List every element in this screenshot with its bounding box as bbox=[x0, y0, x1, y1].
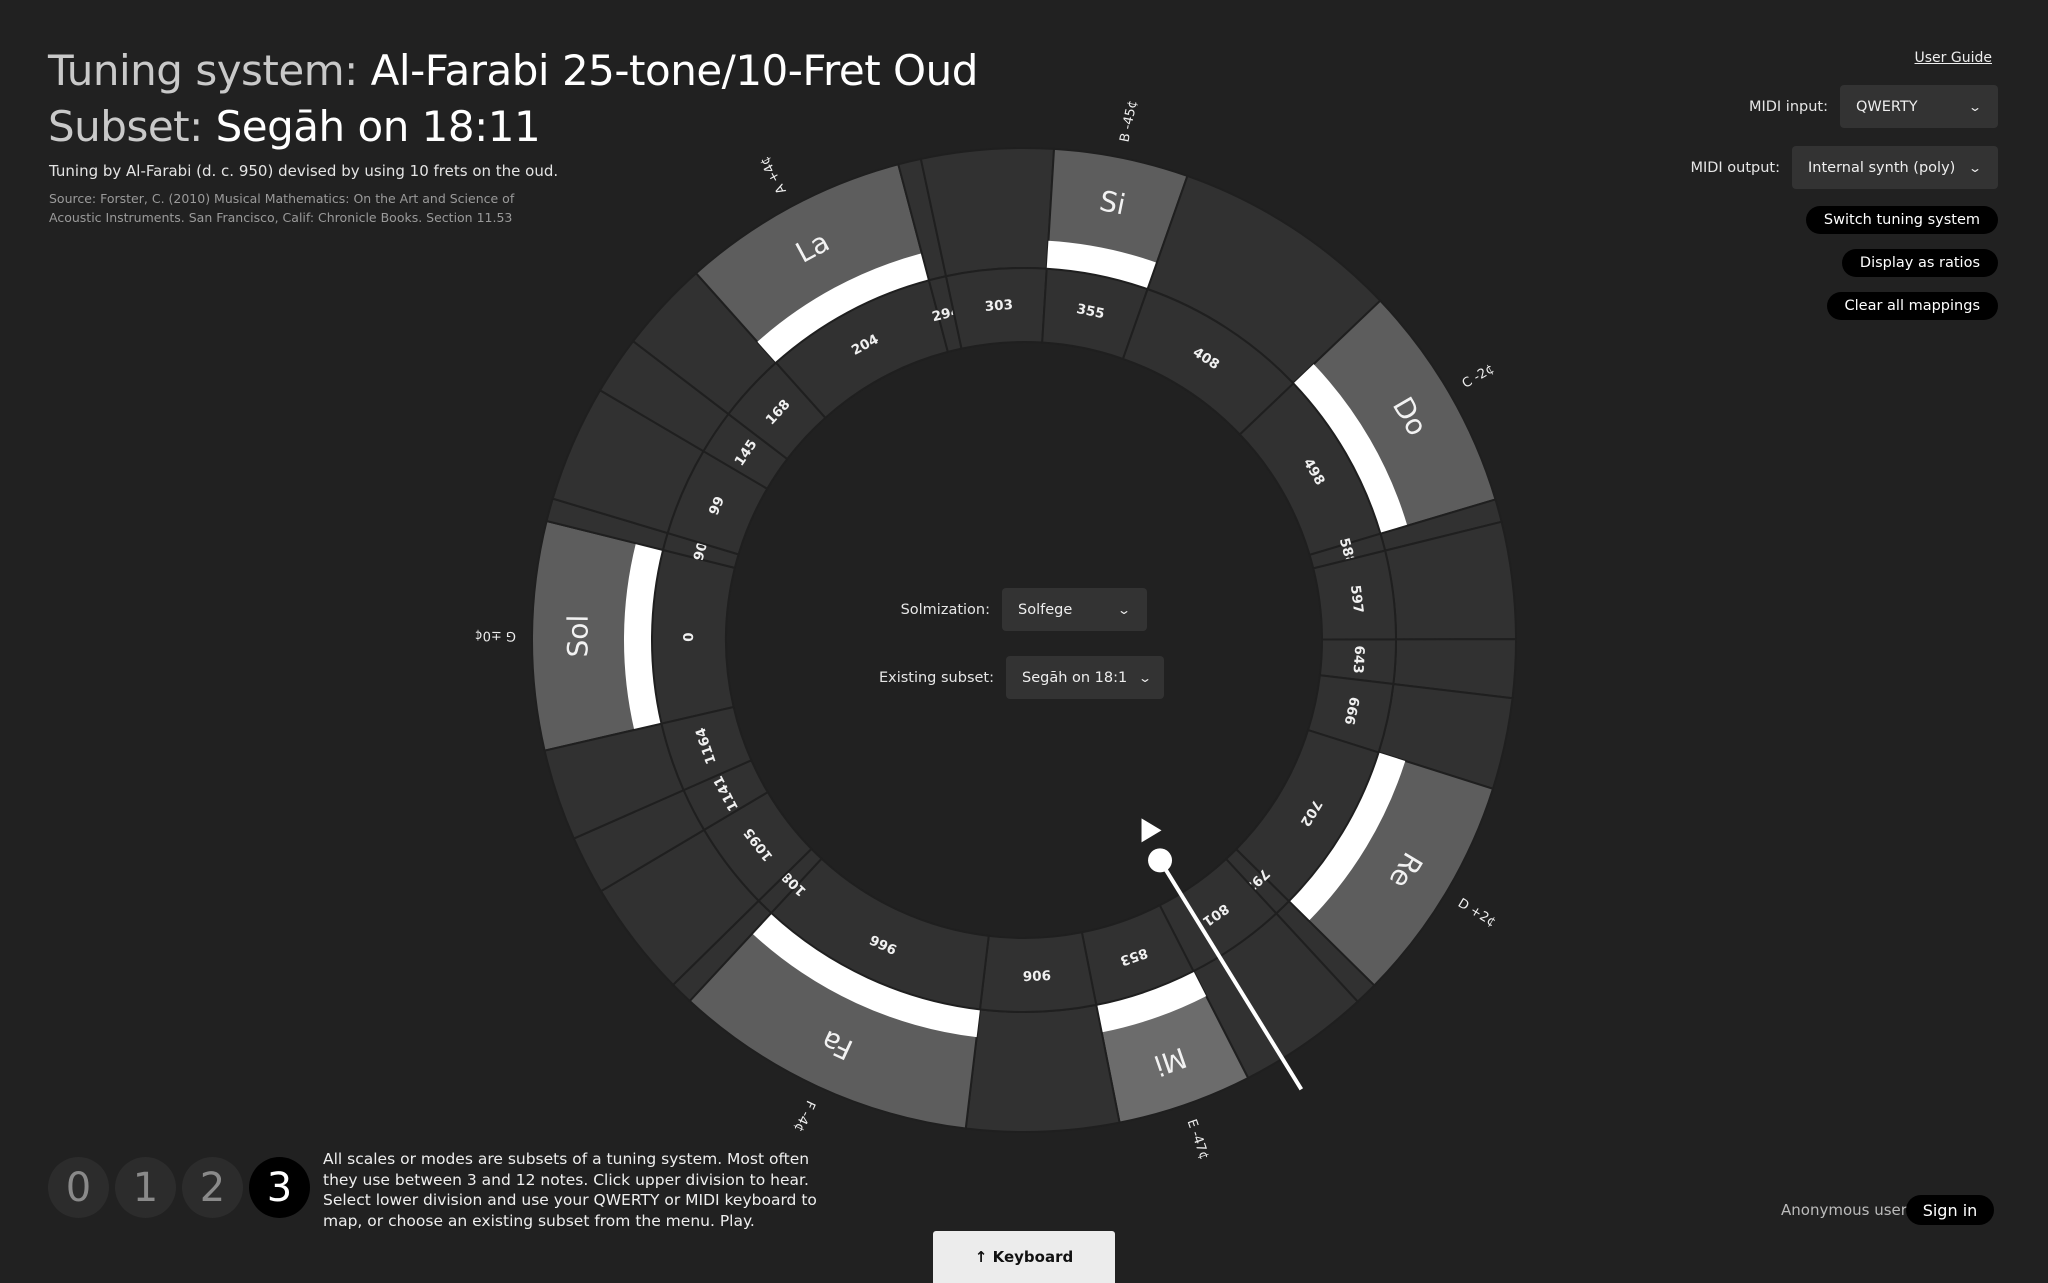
step-navigation: 0 1 2 3 bbox=[48, 1157, 310, 1218]
clear-all-mappings-button[interactable]: Clear all mappings bbox=[1826, 292, 1998, 320]
solmization-label: Solmization: bbox=[900, 601, 990, 618]
tuning-source: Source: Forster, C. (2010) Musical Mathe… bbox=[49, 191, 515, 225]
step-1-button[interactable]: 1 bbox=[115, 1157, 176, 1218]
cents-label: 597 bbox=[1347, 584, 1366, 614]
chevron-down-icon: ⌄ bbox=[1116, 602, 1132, 617]
cents-label: 906 bbox=[1022, 966, 1051, 983]
tuning-system-title: Tuning system: Al-Farabi 25-tone/10-Fret… bbox=[48, 46, 978, 95]
solmization-value: Solfege bbox=[1018, 601, 1073, 618]
tuning-system-label: Tuning system: bbox=[48, 46, 358, 95]
midi-output-label: MIDI output: bbox=[1690, 159, 1780, 176]
midi-output-value: Internal synth (poly) bbox=[1808, 159, 1956, 176]
midi-input-row: MIDI input: QWERTY ⌄ bbox=[1749, 85, 1998, 128]
pitch-deviation-label: A +4¢ bbox=[757, 154, 789, 197]
note-name-sol: Sol bbox=[561, 615, 594, 658]
existing-subset-value: Segāh on 18:1 bbox=[1022, 669, 1127, 686]
pitch-deviation-label: G ±0¢ bbox=[474, 628, 516, 643]
midi-input-label: MIDI input: bbox=[1748, 98, 1828, 115]
midi-output-select[interactable]: Internal synth (poly) ⌄ bbox=[1792, 146, 1998, 189]
upper-division-906[interactable] bbox=[964, 1003, 1121, 1133]
sign-in-button[interactable]: Sign in bbox=[1906, 1195, 1994, 1225]
switch-tuning-system-button[interactable]: Switch tuning system bbox=[1805, 206, 1998, 234]
pitch-deviation-label: D +2¢ bbox=[1455, 896, 1498, 930]
pitch-deviation-label: B -45¢ bbox=[1117, 99, 1140, 144]
subset-label: Subset: bbox=[48, 102, 203, 151]
pitch-deviation-label: C -2¢ bbox=[1460, 361, 1497, 391]
chevron-down-icon: ⌄ bbox=[1967, 160, 1983, 175]
midi-input-select[interactable]: QWERTY ⌄ bbox=[1840, 85, 1998, 128]
chevron-down-icon: ⌄ bbox=[1137, 670, 1153, 685]
existing-subset-row: Existing subset: Segāh on 18:1 ⌄ bbox=[879, 656, 1164, 699]
user-status: Anonymous user bbox=[1781, 1201, 1907, 1219]
step-2-button[interactable]: 2 bbox=[182, 1157, 243, 1218]
subset-name: Segāh on 18:11 bbox=[215, 102, 541, 151]
existing-subset-select[interactable]: Segāh on 18:1 ⌄ bbox=[1006, 656, 1164, 699]
playhead-handle[interactable] bbox=[1148, 848, 1173, 873]
pitch-deviation-label: E -47¢ bbox=[1184, 1117, 1212, 1161]
wheel-center bbox=[727, 343, 1321, 937]
tuning-system-name: Al-Farabi 25-tone/10-Fret Oud bbox=[370, 46, 979, 95]
help-text: All scales or modes are subsets of a tun… bbox=[323, 1150, 817, 1231]
display-as-ratios-button[interactable]: Display as ratios bbox=[1841, 249, 1998, 277]
subset-title: Subset: Segāh on 18:11 bbox=[48, 102, 541, 151]
step-3-button[interactable]: 3 bbox=[249, 1157, 310, 1218]
keyboard-toggle-button[interactable]: ↑ Keyboard bbox=[933, 1231, 1115, 1283]
existing-subset-label: Existing subset: bbox=[878, 669, 994, 686]
midi-output-row: MIDI output: Internal synth (poly) ⌄ bbox=[1690, 146, 1998, 189]
cents-label: 0 bbox=[681, 632, 697, 642]
chevron-down-icon: ⌄ bbox=[1967, 99, 1983, 114]
midi-input-value: QWERTY bbox=[1856, 98, 1918, 115]
user-guide-link[interactable]: User Guide bbox=[1915, 50, 1992, 66]
cents-label: 303 bbox=[984, 297, 1013, 315]
step-0-button[interactable]: 0 bbox=[48, 1157, 109, 1218]
pitch-deviation-label: F -4¢ bbox=[790, 1098, 817, 1134]
solmization-row: Solmization: Solfege ⌄ bbox=[901, 588, 1147, 631]
solmization-select[interactable]: Solfege ⌄ bbox=[1002, 588, 1147, 631]
cents-label: 643 bbox=[1350, 645, 1368, 674]
tuning-description: Tuning by Al-Farabi (d. c. 950) devised … bbox=[49, 162, 559, 180]
